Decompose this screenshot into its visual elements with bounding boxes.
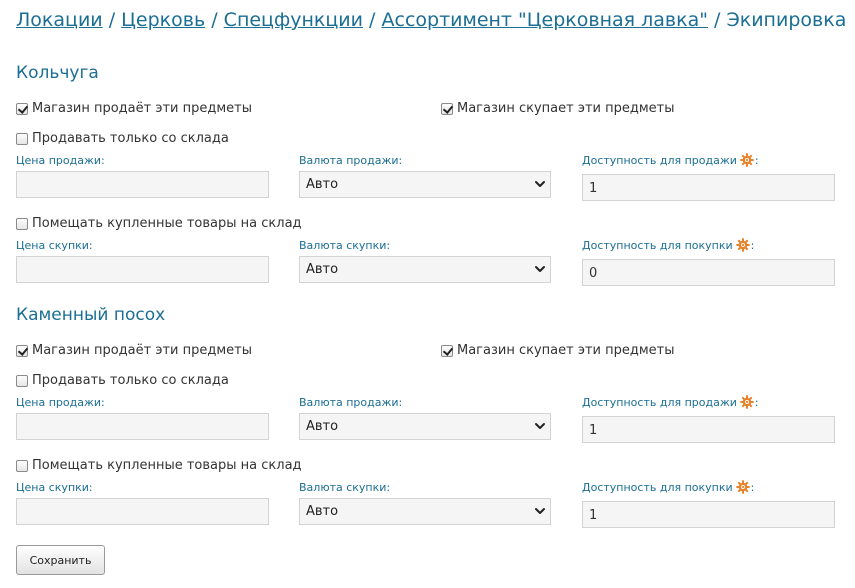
sell-availability-label-row: Доступность для продажи : (582, 153, 759, 167)
buy-availability-input[interactable]: 1 (582, 501, 835, 528)
sell-currency-value: Авто (306, 419, 339, 434)
put-to-stock-label: Помещать купленные товары на склад (32, 216, 302, 231)
sell-availability-input[interactable]: 1 (582, 174, 835, 201)
sell-from-stock-checkbox[interactable] (16, 374, 28, 387)
item-title: Кольчуга (16, 63, 99, 83)
breadcrumb: Локации / Церковь / Спецфункции / Ассорт… (16, 9, 846, 31)
sell-availability-label: Доступность для продажи (582, 395, 737, 409)
breadcrumb-link-locations[interactable]: Локации (16, 9, 103, 31)
sell-price-label: Цена продажи: (16, 154, 105, 167)
buy-items-checkbox-row[interactable]: Магазин скупает эти предметы (441, 101, 675, 116)
sell-items-checkbox-row[interactable]: Магазин продаёт эти предметы (16, 343, 252, 358)
put-to-stock-checkbox-row[interactable]: Помещать купленные товары на склад (16, 458, 302, 473)
buy-price-label: Цена скупки: (16, 481, 93, 494)
buy-items-label: Магазин скупает эти предметы (457, 101, 675, 116)
buy-availability-label: Доступность для покупки (582, 238, 733, 252)
breadcrumb-link-special-functions[interactable]: Спецфункции (224, 9, 363, 31)
buy-availability-label-row: Доступность для покупки : (582, 238, 754, 252)
sell-currency-label: Валюта продажи: (299, 396, 403, 409)
sell-from-stock-label: Продавать только со склада (32, 373, 229, 388)
buy-items-label: Магазин скупает эти предметы (457, 343, 675, 358)
sell-from-stock-checkbox-row[interactable]: Продавать только со склада (16, 131, 229, 146)
gear-icon[interactable] (740, 395, 754, 409)
breadcrumb-separator: / (369, 9, 376, 31)
buy-currency-label: Валюта скупки: (299, 239, 391, 252)
sell-currency-select[interactable]: Авто (299, 171, 551, 198)
buy-price-label: Цена скупки: (16, 239, 93, 252)
buy-availability-label: Доступность для покупки (582, 480, 733, 494)
sell-items-label: Магазин продаёт эти предметы (32, 343, 253, 358)
colon: : (754, 153, 759, 167)
put-to-stock-label: Помещать купленные товары на склад (32, 458, 302, 473)
chevron-down-icon (534, 263, 546, 275)
gear-icon[interactable] (740, 153, 754, 167)
sell-items-checkbox[interactable] (16, 344, 28, 357)
buy-items-checkbox[interactable] (441, 102, 453, 115)
sell-items-label: Магазин продаёт эти предметы (32, 101, 253, 116)
breadcrumb-current: Экипировка (726, 9, 847, 31)
put-to-stock-checkbox-row[interactable]: Помещать купленные товары на склад (16, 216, 302, 231)
put-to-stock-checkbox[interactable] (16, 459, 28, 472)
chevron-down-icon (534, 505, 546, 517)
sell-from-stock-checkbox-row[interactable]: Продавать только со склада (16, 373, 229, 388)
save-button[interactable]: Сохранить (16, 545, 105, 575)
item-section-chainmail: Кольчуга Магазин продаёт эти предметы Ма… (0, 63, 855, 318)
gear-icon[interactable] (735, 480, 750, 494)
breadcrumb-link-assortment[interactable]: Ассортимент "Церковная лавка" (382, 9, 708, 31)
sell-from-stock-checkbox[interactable] (16, 132, 28, 145)
breadcrumb-separator: / (714, 9, 721, 31)
breadcrumb-link-church[interactable]: Церковь (121, 9, 205, 31)
sell-availability-label-row: Доступность для продажи : (582, 395, 759, 409)
colon: : (754, 395, 759, 409)
buy-currency-label: Валюта скупки: (299, 481, 391, 494)
colon: : (750, 480, 755, 494)
chevron-down-icon (534, 420, 546, 432)
sell-availability-label: Доступность для продажи (582, 153, 737, 167)
sell-items-checkbox[interactable] (16, 102, 28, 115)
gear-icon[interactable] (735, 238, 750, 252)
item-title: Каменный посох (16, 305, 166, 325)
sell-from-stock-label: Продавать только со склада (32, 131, 229, 146)
colon: : (750, 238, 755, 252)
buy-availability-input[interactable]: 0 (582, 259, 835, 286)
item-section-stone-staff: Каменный посох Магазин продаёт эти предм… (0, 305, 855, 560)
breadcrumb-separator: / (211, 9, 218, 31)
buy-price-input[interactable] (16, 256, 269, 283)
buy-currency-value: Авто (306, 262, 339, 277)
sell-currency-label: Валюта продажи: (299, 154, 403, 167)
sell-price-label: Цена продажи: (16, 396, 105, 409)
sell-price-input[interactable] (16, 413, 269, 440)
sell-currency-select[interactable]: Авто (299, 413, 551, 440)
sell-availability-input[interactable]: 1 (582, 416, 835, 443)
sell-items-checkbox-row[interactable]: Магазин продаёт эти предметы (16, 101, 252, 116)
buy-currency-select[interactable]: Авто (299, 256, 551, 283)
sell-currency-value: Авто (306, 177, 339, 192)
buy-price-input[interactable] (16, 498, 269, 525)
buy-items-checkbox-row[interactable]: Магазин скупает эти предметы (441, 343, 675, 358)
chevron-down-icon (534, 178, 546, 190)
buy-items-checkbox[interactable] (441, 344, 453, 357)
buy-availability-label-row: Доступность для покупки : (582, 480, 754, 494)
sell-price-input[interactable] (16, 171, 269, 198)
breadcrumb-separator: / (108, 9, 116, 31)
buy-currency-value: Авто (306, 504, 339, 519)
put-to-stock-checkbox[interactable] (16, 217, 28, 230)
buy-currency-select[interactable]: Авто (299, 498, 551, 525)
